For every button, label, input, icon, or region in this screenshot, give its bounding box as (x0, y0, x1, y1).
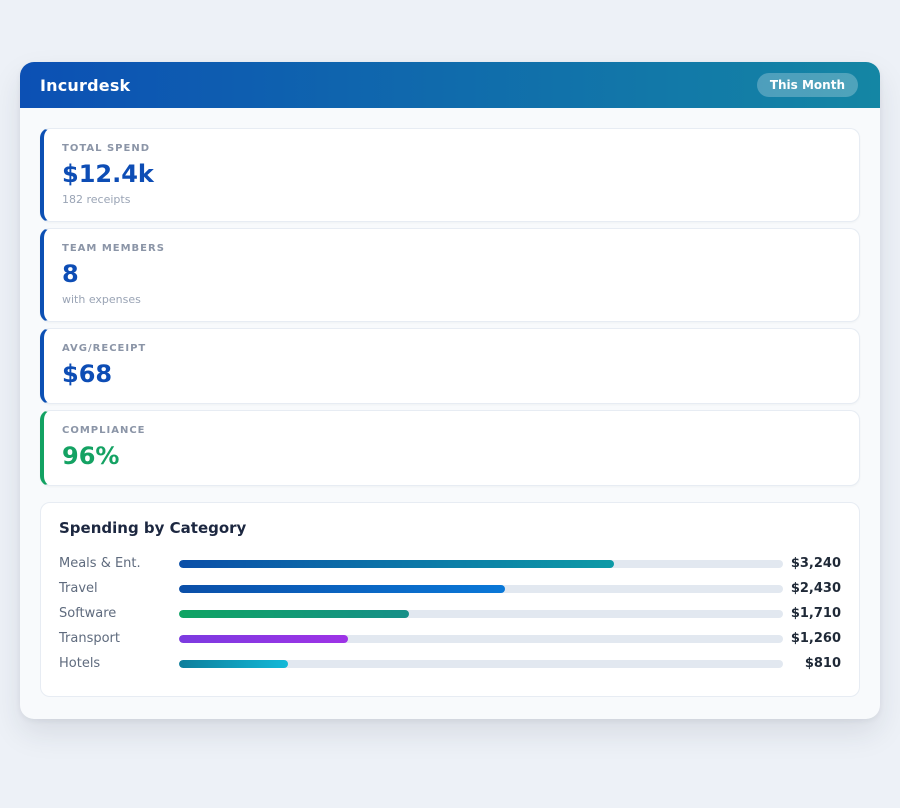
stat-value: $68 (62, 358, 841, 390)
app-header: Incurdesk This Month (20, 62, 880, 108)
bar-fill (179, 585, 505, 593)
page-background: Incurdesk This Month TOTAL SPEND $12.4k … (0, 62, 900, 719)
bar-fill (179, 610, 409, 618)
bar-track (179, 560, 783, 568)
category-label: Travel (59, 581, 179, 596)
chart-row: Travel $2,430 (59, 576, 841, 601)
category-label: Meals & Ent. (59, 556, 179, 571)
bar-fill (179, 560, 614, 568)
category-label: Transport (59, 631, 179, 646)
period-badge[interactable]: This Month (757, 73, 858, 97)
chart-row: Hotels $810 (59, 651, 841, 676)
stat-sub: 182 receipts (62, 192, 841, 208)
stat-sub: with expenses (62, 292, 841, 308)
category-value: $810 (783, 656, 841, 671)
stat-value: $12.4k (62, 158, 841, 190)
bar-fill (179, 635, 348, 643)
stat-label: AVG/RECEIPT (62, 341, 841, 356)
stat-card: TEAM MEMBERS 8 with expenses (40, 228, 860, 322)
category-label: Software (59, 606, 179, 621)
stat-label: TOTAL SPEND (62, 141, 841, 156)
stat-card: COMPLIANCE 96% (40, 410, 860, 486)
stat-label: COMPLIANCE (62, 423, 841, 438)
category-value: $1,710 (783, 606, 841, 621)
category-value: $1,260 (783, 631, 841, 646)
category-value: $3,240 (783, 556, 841, 571)
bar-fill (179, 660, 288, 668)
app-title: Incurdesk (40, 76, 130, 95)
bar-track (179, 610, 783, 618)
stat-card: AVG/RECEIPT $68 (40, 328, 860, 404)
stat-label: TEAM MEMBERS (62, 241, 841, 256)
bar-track (179, 635, 783, 643)
stat-value: 8 (62, 258, 841, 290)
chart-rows: Meals & Ent. $3,240 Travel $2,430 Softwa… (59, 551, 841, 676)
content-area: TOTAL SPEND $12.4k 182 receipts TEAM MEM… (20, 108, 880, 719)
app-card: Incurdesk This Month TOTAL SPEND $12.4k … (20, 62, 880, 719)
category-label: Hotels (59, 656, 179, 671)
bar-track (179, 585, 783, 593)
category-value: $2,430 (783, 581, 841, 596)
stat-value: 96% (62, 440, 841, 472)
stats-list: TOTAL SPEND $12.4k 182 receipts TEAM MEM… (40, 128, 860, 486)
chart-row: Transport $1,260 (59, 626, 841, 651)
chart-row: Meals & Ent. $3,240 (59, 551, 841, 576)
bar-track (179, 660, 783, 668)
stat-card: TOTAL SPEND $12.4k 182 receipts (40, 128, 860, 222)
chart-row: Software $1,710 (59, 601, 841, 626)
spending-chart-card: Spending by Category Meals & Ent. $3,240… (40, 502, 860, 697)
chart-title: Spending by Category (59, 519, 841, 537)
